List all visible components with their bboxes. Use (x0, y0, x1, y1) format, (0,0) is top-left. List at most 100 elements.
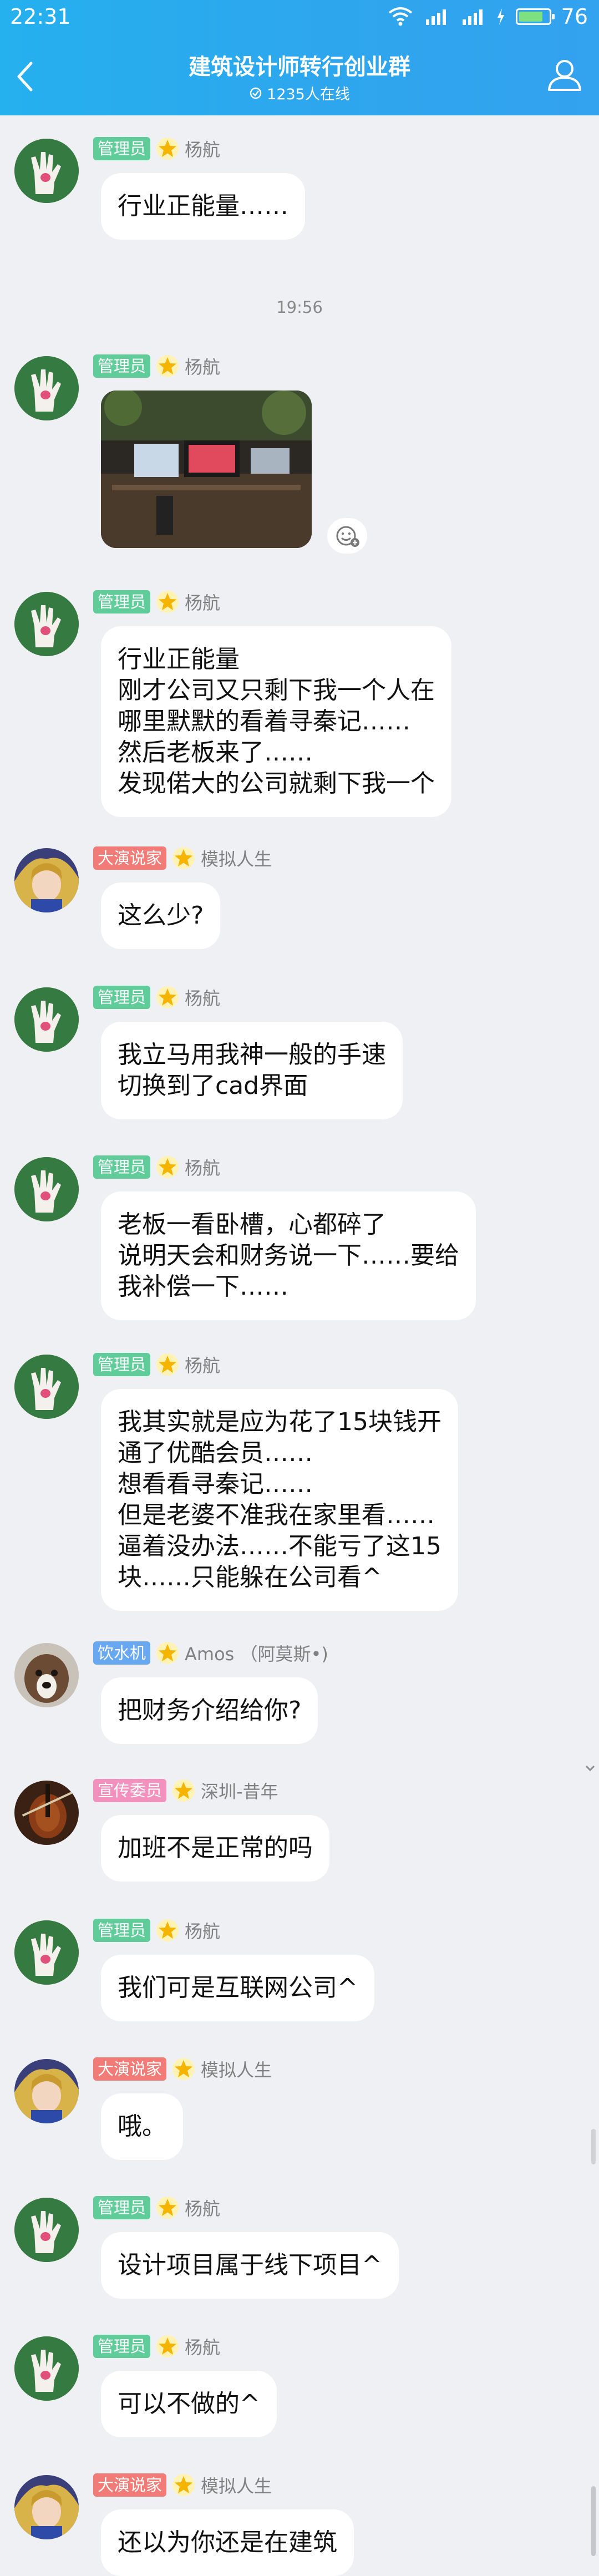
message-bubble[interactable]: 行业正能量 刚才公司又只剩下我一个人在 哪里默默的看着寻秦记…… 然后老板来了…… (101, 626, 451, 817)
message-bubble[interactable]: 我立马用我神一般的手速 切换到了cad界面 (101, 1022, 403, 1119)
sender-meta: 大演说家 模拟人生 (93, 2057, 272, 2081)
sender-meta: 管理员 杨航 (93, 590, 220, 614)
sender-meta: 管理员 杨航 (93, 136, 220, 161)
image-message[interactable] (101, 391, 312, 548)
role-badge: 管理员 (93, 1919, 151, 1942)
sender-meta: 管理员 杨航 (93, 1352, 220, 1377)
group-members-icon[interactable] (546, 55, 583, 93)
role-badge: 管理员 (93, 354, 151, 378)
message-bubble[interactable]: 加班不是正常的吗 (101, 1815, 329, 1882)
avatar[interactable] (14, 1781, 79, 1845)
sender-name[interactable]: 杨航 (185, 2334, 220, 2359)
sender-name[interactable]: 杨航 (185, 2195, 220, 2220)
message-bubble[interactable]: 行业正能量…… (101, 173, 305, 240)
avatar[interactable] (14, 592, 79, 656)
avatar[interactable] (14, 1157, 79, 1221)
sender-meta: 饮水机 Amos （阿莫斯•) (93, 1641, 328, 1665)
role-badge: 管理员 (93, 2196, 151, 2219)
status-time: 22:31 (10, 4, 71, 29)
sender-name[interactable]: 模拟人生 (201, 845, 272, 871)
role-badge: 宣传委员 (93, 1779, 167, 1802)
sender-meta: 宣传委员 深圳-昔年 (93, 1778, 278, 1803)
sender-name[interactable]: 杨航 (185, 1154, 220, 1180)
star-icon (156, 1919, 179, 1941)
message-bubble[interactable]: 把财务介绍给你? (101, 1677, 318, 1744)
role-badge: 大演说家 (93, 846, 167, 870)
star-icon (172, 1779, 195, 1802)
message-bubble[interactable]: 我们可是互联网公司^ (101, 1955, 374, 2021)
sender-meta: 大演说家 模拟人生 (93, 2473, 272, 2497)
star-icon (172, 847, 195, 869)
avatar[interactable] (14, 987, 79, 1052)
avatar[interactable] (14, 2059, 79, 2123)
role-badge: 管理员 (93, 1353, 151, 1376)
message-bubble[interactable]: 设计项目属于线下项目^ (101, 2232, 399, 2299)
role-badge: 管理员 (93, 137, 151, 160)
avatar[interactable] (14, 139, 79, 203)
wifi-icon (388, 7, 412, 26)
role-badge: 管理员 (93, 986, 151, 1009)
group-title: 建筑设计师转行创业群 (189, 54, 410, 80)
message-bubble[interactable]: 老板一看卧槽，心都碎了 说明天会和财务说一下……要给 我补偿一下…… (101, 1191, 476, 1320)
role-badge: 管理员 (93, 2335, 151, 2358)
message-timestamp: 19:56 (276, 298, 323, 317)
status-bar: 22:31 76 (0, 0, 599, 38)
star-icon (172, 2474, 195, 2496)
sender-meta: 大演说家 模拟人生 (93, 846, 272, 870)
sender-name[interactable]: 杨航 (185, 589, 220, 615)
avatar[interactable] (14, 356, 79, 420)
star-icon (156, 2335, 179, 2357)
message-bubble[interactable]: 我其实就是应为花了15块钱开 通了优酷会员…… 想看看寻秦记…… 但是老婆不准我… (101, 1389, 458, 1611)
status-icons: 76 (388, 4, 588, 29)
message-bubble[interactable]: 哦。 (101, 2093, 183, 2160)
role-badge: 管理员 (93, 1155, 151, 1179)
avatar[interactable] (14, 1355, 79, 1419)
star-icon (156, 138, 179, 160)
star-icon (156, 2197, 179, 2219)
star-icon (156, 986, 179, 1008)
role-badge: 管理员 (93, 590, 151, 613)
sender-name[interactable]: Amos （阿莫斯•) (185, 1640, 328, 1666)
sender-name[interactable]: 杨航 (185, 985, 220, 1010)
sender-meta: 管理员 杨航 (93, 985, 220, 1010)
sender-meta: 管理员 杨航 (93, 1918, 220, 1943)
message-bubble[interactable]: 还以为你还是在建筑 (101, 2509, 354, 2576)
star-icon (156, 591, 179, 613)
sender-name[interactable]: 杨航 (185, 1918, 220, 1943)
role-badge: 大演说家 (93, 2473, 167, 2497)
sender-name[interactable]: 杨航 (185, 1352, 220, 1377)
star-icon (172, 2058, 195, 2080)
avatar[interactable] (14, 848, 79, 912)
scrollbar-thumb[interactable] (591, 2129, 596, 2164)
online-status-icon (250, 87, 262, 99)
sender-name[interactable]: 模拟人生 (201, 2472, 272, 2498)
online-count-text: 1235人在线 (267, 86, 350, 103)
scroll-down-icon[interactable] (585, 1764, 596, 1773)
sender-name[interactable]: 杨航 (185, 353, 220, 379)
avatar[interactable] (14, 2475, 79, 2539)
sender-meta: 管理员 杨航 (93, 354, 220, 378)
sender-name[interactable]: 模拟人生 (201, 2056, 272, 2082)
star-icon (156, 1353, 179, 1376)
online-count: 1235人在线 (0, 82, 599, 104)
avatar[interactable] (14, 2336, 79, 2401)
office-photo (101, 391, 312, 548)
sender-name[interactable]: 深圳-昔年 (201, 1778, 278, 1803)
avatar[interactable] (14, 1643, 79, 1707)
emoji-add-icon (336, 526, 359, 547)
signal-4g-icon (425, 9, 446, 25)
avatar[interactable] (14, 2198, 79, 2262)
role-badge: 大演说家 (93, 2057, 167, 2081)
charging-icon (497, 8, 504, 25)
emoji-reaction-button[interactable] (327, 518, 367, 554)
sender-meta: 管理员 杨航 (93, 2334, 220, 2359)
scrollbar-thumb-bottom[interactable] (591, 2486, 596, 2556)
sender-name[interactable]: 杨航 (185, 136, 220, 161)
avatar[interactable] (14, 1920, 79, 1985)
battery-icon (515, 8, 555, 25)
message-bubble[interactable]: 可以不做的^ (101, 2371, 277, 2437)
chat-header: 22:31 76 建筑设计师转行创业群 1235人在线 (0, 0, 599, 115)
message-bubble[interactable]: 这么少? (101, 883, 221, 949)
role-badge: 饮水机 (93, 1641, 151, 1665)
battery-level: 76 (561, 4, 588, 29)
